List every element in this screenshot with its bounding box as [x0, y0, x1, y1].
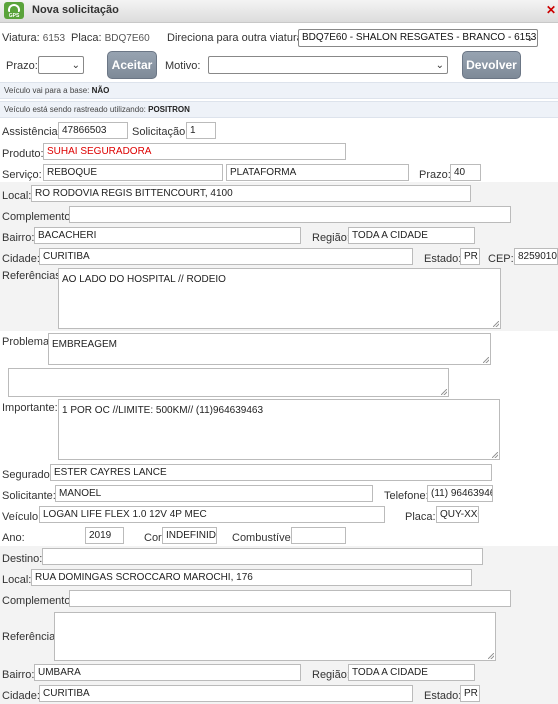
regiao-field[interactable]: TODA A CIDADE — [348, 227, 475, 244]
tracking-value: POSITRON — [148, 105, 190, 114]
destino-referencia-label: Referência: — [2, 631, 59, 643]
prazo-field[interactable]: 40 — [450, 164, 481, 181]
problema-textarea[interactable]: EMBREAGEM — [48, 333, 491, 365]
base-info-bar: Veículo vai para a base: NÃO — [0, 82, 558, 99]
complemento-label: Complemento: — [2, 211, 74, 223]
importante-textarea[interactable]: 1 POR OC //LIMITE: 500KM// (11)964639463 — [58, 399, 500, 460]
servico-label: Serviço: — [2, 169, 42, 181]
estado-field[interactable]: PR — [460, 248, 480, 265]
destino-cidade-label: Cidade: — [2, 690, 40, 702]
assistencia-label: Assistência: — [2, 126, 61, 138]
bairro-label: Bairro: — [2, 232, 35, 244]
estado-label: Estado: — [424, 253, 462, 265]
motivo-label: Motivo: — [165, 60, 201, 72]
destino-label: Destino: — [2, 553, 43, 565]
destino-local-label: Local: — [2, 574, 32, 586]
cor-field[interactable]: INDEFINIDA — [162, 527, 217, 544]
window-title: Nova solicitação — [32, 4, 119, 16]
close-icon[interactable]: ✕ — [546, 3, 556, 17]
direciona-select[interactable]: BDQ7E60 - SHALON RESGATES - BRANCO - 615… — [298, 29, 538, 47]
prazo-select[interactable]: ⌄ — [38, 56, 84, 74]
app-logo-icon: GPS — [4, 2, 24, 19]
destino-field[interactable] — [42, 548, 483, 565]
placa-label: Placa: BDQ7E60 — [71, 32, 150, 44]
prazo-label: Prazo: — [6, 60, 38, 72]
servico-field[interactable]: REBOQUE — [43, 164, 223, 181]
title-bar: GPS Nova solicitação ✕ — [0, 0, 558, 23]
prazo-form-label: Prazo: — [419, 169, 451, 181]
placa-form-label: Placa: — [405, 511, 436, 523]
chevron-down-icon: ⌄ — [71, 60, 80, 71]
viatura-value: 6153 — [42, 33, 66, 44]
telefone-label: Telefone: — [384, 490, 429, 502]
cidade-label: Cidade: — [2, 253, 40, 265]
ano-field[interactable]: 2019 — [85, 527, 124, 544]
solicitacao-label: Solicitação: — [132, 126, 189, 138]
referencias-textarea[interactable]: AO LADO DO HOSPITAL // RODEIO — [58, 268, 501, 329]
problema-extra-textarea[interactable] — [8, 368, 449, 397]
solicitacao-field[interactable]: 1 — [186, 122, 216, 139]
destino-bairro-label: Bairro: — [2, 669, 35, 681]
local-field[interactable]: RO RODOVIA REGIS BITTENCOURT, 4100 — [31, 185, 471, 202]
segurado-label: Segurado: — [2, 469, 53, 481]
devolver-button[interactable]: Devolver — [462, 51, 521, 79]
destino-regiao-field[interactable]: TODA A CIDADE — [348, 664, 475, 681]
tracking-info-bar: Veículo está sendo rastreado utilizando:… — [0, 101, 558, 118]
regiao-label: Região: — [312, 232, 350, 244]
viatura-label: Viatura: 6153 — [2, 32, 66, 44]
destino-referencia-textarea[interactable] — [54, 612, 496, 661]
veiculo-field[interactable]: LOGAN LIFE FLEX 1.0 12V 4P MEC — [39, 506, 385, 523]
placa-value: BDQ7E60 — [104, 33, 150, 44]
destino-cidade-field[interactable]: CURITIBA — [39, 685, 413, 702]
cep-label: CEP: — [488, 253, 514, 265]
telefone-field[interactable]: (11) 964639463 — [427, 485, 493, 502]
complemento-field[interactable] — [69, 206, 511, 223]
cep-field[interactable]: 82590100 — [514, 248, 558, 265]
solicitante-field[interactable]: MANOEL — [55, 485, 373, 502]
referencias-label: Referências: — [2, 270, 64, 282]
destino-complemento-label: Complemento: — [2, 595, 74, 607]
produto-label: Produto: — [2, 148, 44, 160]
veiculo-label: Veículo: — [2, 511, 42, 523]
new-request-window: GPS Nova solicitação ✕ Viatura: 6153 Pla… — [0, 0, 558, 704]
combustivel-label: Combustível: — [232, 532, 297, 544]
destino-estado-label: Estado: — [424, 690, 462, 702]
direciona-label: Direciona para outra viatura: — [167, 32, 306, 44]
placa-field[interactable]: QUY-XXO0 — [436, 506, 479, 523]
destino-complemento-field[interactable] — [69, 590, 511, 607]
cidade-field[interactable]: CURITIBA — [39, 248, 413, 265]
destino-bairro-field[interactable]: UMBARA — [34, 664, 301, 681]
problema-label: Problema: — [2, 336, 53, 348]
solicitante-label: Solicitante: — [2, 490, 56, 502]
base-value: NÃO — [91, 86, 110, 95]
segurado-field[interactable]: ESTER CAYRES LANCE — [50, 464, 492, 481]
produto-field[interactable]: SUHAI SEGURADORA — [43, 143, 346, 160]
destino-local-field[interactable]: RUA DOMINGAS SCROCCARO MAROCHI, 176 — [31, 569, 472, 586]
aceitar-button[interactable]: Aceitar — [107, 51, 157, 79]
destino-regiao-label: Região: — [312, 669, 350, 681]
ano-label: Ano: — [2, 532, 25, 544]
bairro-field[interactable]: BACACHERI — [34, 227, 301, 244]
local-label: Local: — [2, 190, 32, 202]
importante-label: Importante: — [2, 402, 58, 414]
assistencia-field[interactable]: 47866503 — [58, 122, 128, 139]
motivo-select[interactable]: ⌄ — [208, 56, 448, 74]
chevron-down-icon: ⌄ — [435, 60, 444, 71]
servico-type-field[interactable]: PLATAFORMA — [226, 164, 409, 181]
chevron-down-icon: ⌄ — [525, 33, 534, 44]
destino-estado-field[interactable]: PR — [460, 685, 480, 702]
combustivel-field[interactable] — [291, 527, 346, 544]
